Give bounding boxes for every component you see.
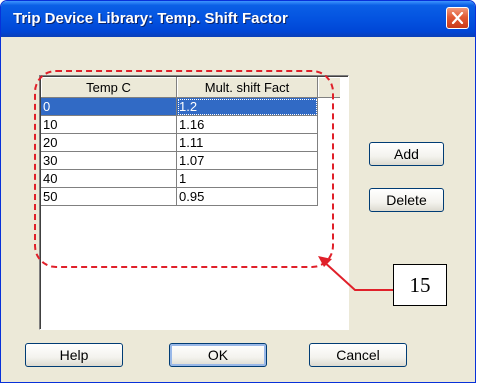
shift-factor-table: Temp C Mult. shift Fact 0 1.2 10 1.16 20… [41, 77, 340, 206]
cell-temp[interactable]: 10 [41, 115, 177, 134]
title-bar[interactable]: Trip Device Library: Temp. Shift Factor [1, 1, 475, 37]
table-row[interactable]: 10 1.16 [41, 115, 340, 134]
cell-temp[interactable]: 20 [41, 133, 177, 152]
table-row[interactable]: 30 1.07 [41, 151, 340, 170]
cell-factor[interactable]: 1.16 [176, 115, 318, 134]
callout-label: 15 [393, 264, 447, 306]
shift-factor-grid[interactable]: Temp C Mult. shift Fact 0 1.2 10 1.16 20… [39, 75, 349, 330]
cell-factor[interactable]: 1.11 [176, 133, 318, 152]
ok-button[interactable]: OK [169, 343, 267, 367]
delete-button[interactable]: Delete [369, 188, 444, 212]
cell-temp[interactable]: 30 [41, 151, 177, 170]
table-row[interactable]: 40 1 [41, 169, 340, 188]
table-row[interactable]: 50 0.95 [41, 187, 340, 206]
close-button[interactable] [446, 7, 469, 29]
column-header-temp[interactable]: Temp C [41, 77, 177, 98]
column-header-factor[interactable]: Mult. shift Fact [176, 77, 318, 98]
cell-temp[interactable]: 40 [41, 169, 177, 188]
table-row[interactable]: 0 1.2 [41, 97, 340, 116]
cell-factor[interactable]: 0.95 [176, 187, 318, 206]
dialog-window: Trip Device Library: Temp. Shift Factor … [0, 0, 476, 383]
dialog-client-area: Temp C Mult. shift Fact 0 1.2 10 1.16 20… [5, 37, 471, 378]
cell-temp[interactable]: 50 [41, 187, 177, 206]
table-row[interactable]: 20 1.11 [41, 133, 340, 152]
column-header-spacer [317, 77, 340, 98]
help-button[interactable]: Help [25, 343, 123, 367]
cell-factor[interactable]: 1.2 [176, 97, 318, 116]
add-button[interactable]: Add [369, 142, 444, 166]
cell-factor[interactable]: 1 [176, 169, 318, 188]
cell-factor[interactable]: 1.07 [176, 151, 318, 170]
window-title: Trip Device Library: Temp. Shift Factor [13, 10, 288, 27]
close-icon [451, 12, 464, 24]
cancel-button[interactable]: Cancel [309, 343, 407, 367]
cell-temp[interactable]: 0 [41, 97, 177, 116]
